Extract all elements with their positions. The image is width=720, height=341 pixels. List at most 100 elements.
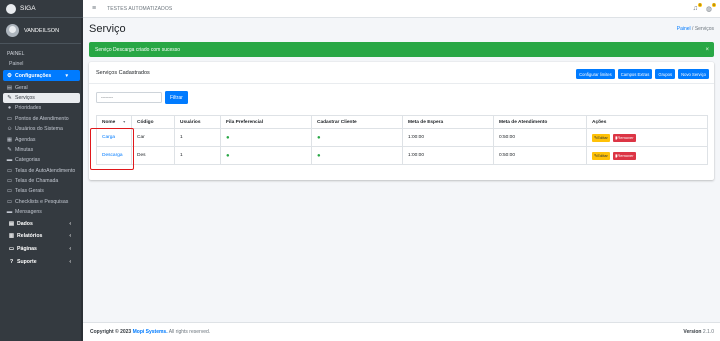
chevron-left-icon: ‹ — [69, 258, 71, 265]
remove-button[interactable]: ▮ Remover — [613, 151, 636, 160]
message-icon: ▬ — [6, 209, 13, 216]
sidebar-item-label: Prioridades — [15, 105, 42, 112]
sidebar-item-suporte[interactable]: ? Suporte ‹ — [0, 255, 83, 268]
column-header-codigo[interactable]: Código — [131, 115, 175, 129]
sidebar-item-servicos[interactable]: ✎ Serviços — [3, 92, 80, 104]
column-header-meta-atendimento[interactable]: Meta de Atendimento — [493, 115, 587, 129]
sidebar-item-label: Dados — [17, 220, 33, 227]
menu-toggle-icon[interactable]: ≡ — [92, 5, 96, 12]
brand[interactable]: SIGA — [0, 0, 83, 18]
page-title: Serviço — [89, 23, 126, 35]
sidebar-item-label: Usuários do Sistema — [15, 126, 63, 133]
sidebar-item-label: Telas de AutoAtendimento — [15, 167, 76, 174]
breadcrumb: Painel / Serviços — [677, 26, 714, 32]
groups-button[interactable]: Grupos — [655, 69, 676, 79]
sidebar-item-relatorios[interactable]: ▥ Relatórios ‹ — [0, 230, 83, 243]
check-icon: ● — [226, 152, 230, 159]
breadcrumb-current: Serviços — [694, 26, 714, 32]
column-header-usuarios[interactable]: Usuários — [174, 115, 221, 129]
column-header-acoes: Ações — [586, 115, 708, 129]
column-header-cadastrar[interactable]: Cadastrar Cliente — [311, 115, 403, 129]
sidebar-item-painel[interactable]: Painel — [0, 59, 83, 69]
service-users: 1 — [174, 128, 221, 147]
table-row: Carga Car 1 ● ● 1:00:00 0:50:00 ✎ Editar… — [96, 128, 708, 147]
sidebar-item-label: Páginas — [17, 245, 37, 252]
sidebar-item-pontos[interactable]: ▭ Pontos de Atendimento — [0, 114, 83, 124]
sidebar-item-label: Relatórios — [17, 233, 43, 240]
sidebar-item-telas-autoatendimento[interactable]: ▭ Telas de AutoAtendimento — [0, 166, 83, 176]
sidebar-item-telas-chamada[interactable]: ▭ Telas de Chamada — [0, 176, 83, 186]
column-header-meta-espera[interactable]: Meta de Espera — [402, 115, 494, 129]
bell-icon[interactable]: ♫ 0 — [693, 3, 702, 13]
sidebar-scrollbar[interactable] — [81, 18, 83, 341]
sidebar-item-checklists[interactable]: ▭ Checklists e Pesquisas — [0, 197, 83, 207]
edit-button[interactable]: ✎ Editar — [592, 151, 610, 160]
sidebar-item-categorias[interactable]: ▬ Categorias — [0, 155, 83, 165]
configure-limits-button[interactable]: Configurar limites — [576, 69, 615, 79]
filter-select[interactable]: -------- — [96, 92, 162, 103]
sort-icon: ▼ — [122, 119, 126, 124]
column-header-fila[interactable]: Fila Preferencial — [220, 115, 312, 129]
close-icon[interactable]: × — [705, 47, 709, 53]
sidebar-item-paginas[interactable]: ▭ Páginas ‹ — [0, 243, 83, 256]
breadcrumb-separator: / — [692, 26, 694, 32]
service-users: 1 — [174, 146, 221, 165]
desktop-icon: ▭ — [6, 167, 13, 174]
chevron-left-icon: ‹ — [69, 233, 71, 240]
sidebar-item-label: Configurações — [15, 72, 52, 79]
sidebar-item-label: Telas de Chamada — [15, 178, 59, 185]
sidebar-item-dados[interactable]: ▤ Dados ‹ — [0, 217, 83, 230]
sidebar-item-label: Checklists e Pesquisas — [15, 198, 69, 205]
desktop-icon: ▭ — [6, 198, 13, 205]
highlight-box — [90, 128, 134, 170]
column-header-nome[interactable]: Nome ▼ — [96, 115, 132, 129]
sidebar-item-configuracoes[interactable]: ⚙ Configurações ▾ — [3, 70, 80, 82]
sidebar-item-label: Categorias — [15, 157, 41, 164]
printer-icon: ▤ — [6, 84, 13, 91]
sidebar-item-usuarios[interactable]: ☺ Usuários do Sistema — [0, 124, 83, 134]
question-icon: ? — [9, 258, 14, 265]
service-code: Des — [131, 146, 175, 165]
breadcrumb-home[interactable]: Painel — [677, 26, 691, 32]
chevron-left-icon: ‹ — [69, 220, 71, 227]
sidebar-item-mensagens[interactable]: ▬ Mensagens — [0, 207, 83, 217]
chevron-left-icon: ‹ — [69, 245, 71, 252]
table-row: Descarga Des 1 ● ● 1:00:00 0:50:00 ✎ Edi… — [96, 146, 708, 165]
edit-button[interactable]: ✎ Editar — [592, 133, 610, 142]
sidebar-item-prioridades[interactable]: ● Prioridades — [0, 103, 83, 113]
new-service-button[interactable]: Novo Serviço — [678, 69, 709, 79]
sidebar-item-label: Geral — [15, 84, 28, 91]
sidebar-item-label: Agendas — [15, 136, 36, 143]
card-title: Serviços Cadastrados — [96, 70, 150, 76]
database-icon: ▤ — [8, 220, 15, 227]
brand-name: SIGA — [20, 5, 36, 12]
services-table: Nome ▼ Código Usuários Fila Preferencial … — [96, 115, 708, 165]
filter-row: -------- Filtrar — [96, 91, 188, 104]
circle-icon: ● — [7, 105, 12, 112]
sidebar-item-telas-gerais[interactable]: ▭ Telas Gerais — [0, 186, 83, 196]
users-icon: ☺ — [6, 126, 13, 133]
extra-fields-button[interactable]: Campos Extras — [617, 69, 653, 79]
sidebar-item-geral[interactable]: ▤ Geral — [0, 82, 83, 92]
user-panel[interactable]: VANDEILSON — [0, 18, 83, 44]
remove-button[interactable]: ▮ Remover — [613, 133, 636, 142]
sidebar-item-minutas[interactable]: ✎ Minutas — [0, 145, 83, 155]
sidebar-item-label: Mensagens — [15, 209, 42, 216]
chat-icon[interactable]: ◍ 0 — [706, 3, 716, 13]
check-icon: ● — [317, 134, 321, 141]
user-name: VANDEILSON — [24, 27, 60, 34]
filter-button[interactable]: Filtrar — [165, 91, 188, 104]
top-title: TESTES AUTOMATIZADOS — [107, 5, 173, 12]
edit-icon: ✎ — [7, 146, 12, 153]
sidebar: SIGA VANDEILSON PAINEL Painel ⚙ Configur… — [0, 0, 83, 341]
table-header-row: Nome ▼ Código Usuários Fila Preferencial … — [96, 115, 708, 129]
top-icons: ♫ 0 ◍ 0 — [693, 3, 716, 13]
sidebar-item-agendas[interactable]: ▦ Agendas — [0, 134, 83, 144]
header-buttons: Configurar limites Campos Extras Grupos … — [576, 69, 709, 79]
company-link[interactable]: Mopi Systems. — [133, 329, 168, 335]
wrench-icon: ✎ — [7, 94, 12, 101]
topbar: ≡ TESTES AUTOMATIZADOS ♫ 0 ◍ 0 — [83, 0, 720, 18]
notification-badge: 0 — [712, 3, 716, 7]
check-icon: ● — [226, 134, 230, 141]
card-header: Serviços Cadastrados Configurar limites … — [89, 62, 714, 84]
